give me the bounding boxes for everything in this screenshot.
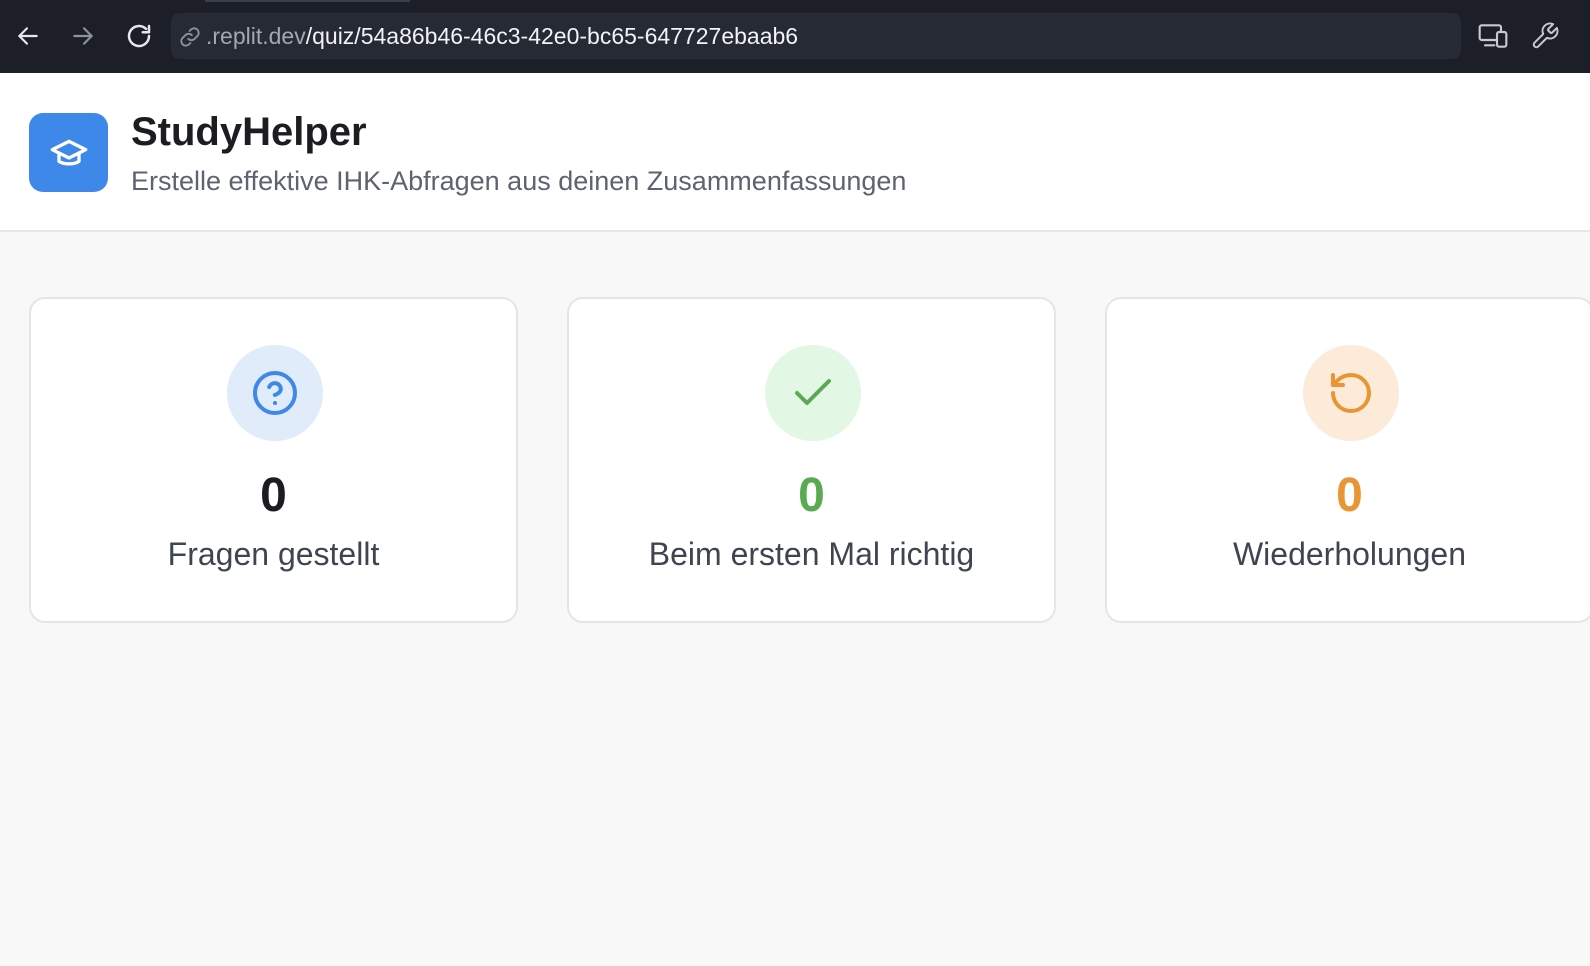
- back-button[interactable]: [10, 18, 46, 54]
- question-circle-icon: [253, 371, 297, 415]
- check-icon: [795, 379, 831, 405]
- forward-button[interactable]: [65, 18, 101, 54]
- stat-icon-background: [1303, 345, 1399, 441]
- arrow-left-icon: [18, 27, 38, 45]
- devtools-button[interactable]: [1527, 18, 1563, 54]
- stat-label: Fragen gestellt: [167, 536, 380, 572]
- devices-icon: [1478, 24, 1508, 48]
- stat-value: 0: [1336, 469, 1363, 522]
- device-toolbar-button[interactable]: [1475, 18, 1511, 54]
- app-logo: [29, 113, 108, 192]
- arrow-right-icon: [73, 27, 93, 45]
- url-path: /quiz/54a86b46-46c3-42e0-bc65-647727ebaa…: [305, 23, 799, 49]
- browser-toolbar: .replit.dev/quiz/54a86b46-46c3-42e0-bc65…: [0, 0, 1590, 73]
- stat-value: 0: [260, 469, 287, 522]
- stat-icon-background: [227, 345, 323, 441]
- graduation-cap-icon: [50, 139, 87, 165]
- app-title: StudyHelper: [131, 110, 367, 154]
- link-icon: [180, 27, 200, 47]
- reload-button[interactable]: [121, 18, 157, 54]
- rotate-ccw-icon: [1331, 373, 1371, 413]
- stat-card-questions: 0 Fragen gestellt: [29, 297, 518, 623]
- app-subtitle: Erstelle effektive IHK-Abfragen aus dein…: [131, 166, 907, 196]
- stat-icon-background: [765, 345, 861, 441]
- stat-label: Beim ersten Mal richtig: [648, 536, 975, 572]
- reload-icon: [127, 24, 151, 48]
- wrench-icon: [1532, 22, 1559, 49]
- stat-card-first-try-correct: 0 Beim ersten Mal richtig: [567, 297, 1056, 623]
- stat-card-repetitions: 0 Wiederholungen: [1105, 297, 1590, 623]
- address-bar[interactable]: .replit.dev/quiz/54a86b46-46c3-42e0-bc65…: [171, 13, 1461, 59]
- app-header: StudyHelper Erstelle effektive IHK-Abfra…: [0, 73, 1590, 232]
- url-domain: .replit.dev: [206, 23, 306, 49]
- url-text: .replit.dev/quiz/54a86b46-46c3-42e0-bc65…: [206, 23, 798, 49]
- active-tab-indicator: [205, 0, 410, 2]
- stat-label: Wiederholungen: [1232, 536, 1467, 572]
- stat-value: 0: [798, 469, 825, 522]
